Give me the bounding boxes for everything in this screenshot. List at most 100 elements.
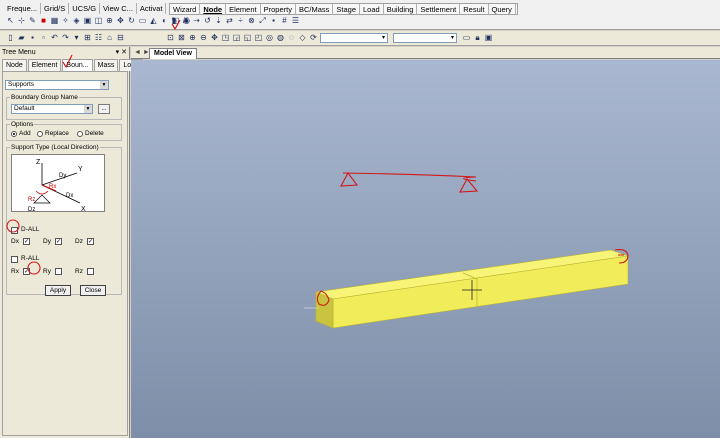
create-node-icon[interactable]: ✎ (170, 16, 179, 25)
option-replace-radio[interactable] (37, 131, 43, 137)
d-all-label: D-ALL (21, 226, 40, 233)
tab-activation[interactable]: Activat (137, 3, 167, 14)
renumber-node-icon[interactable]: # (280, 16, 289, 25)
rotate-node-icon[interactable]: ↺ (203, 16, 212, 25)
r-all-checkbox[interactable] (11, 256, 18, 263)
scale-node-icon[interactable]: ⤢ (258, 16, 267, 25)
divide-node-icon[interactable]: ÷ (236, 16, 245, 25)
render-icon[interactable]: ◭ (149, 16, 158, 25)
tab-query[interactable]: Query (489, 4, 516, 15)
shade-icon[interactable]: ◐ (160, 16, 169, 25)
grid-view-icon[interactable]: ⊞ (83, 33, 92, 42)
snap-icon[interactable]: ✎ (28, 16, 37, 25)
grid-icon[interactable]: ▦ (50, 16, 59, 25)
compact-node-icon[interactable]: ▪ (269, 16, 278, 25)
save-as-icon[interactable]: ▫ (39, 33, 48, 42)
perspective-icon[interactable]: ◇ (298, 33, 307, 42)
model-view-tabbar: ◄ ► Model View (131, 47, 720, 59)
tab-model-view[interactable]: Model View (149, 48, 197, 59)
display-icon[interactable]: ◎ (265, 33, 274, 42)
zoom-out-icon[interactable]: ⊖ (199, 33, 208, 42)
unit-icon[interactable]: ▭ (462, 33, 471, 42)
panel-tab-boundary[interactable]: Boun... (62, 59, 93, 71)
project-node-icon[interactable]: ⇣ (214, 16, 223, 25)
iso-view-icon[interactable]: ◈ (72, 16, 81, 25)
toolbar-select-1[interactable]: ▾ (320, 33, 388, 43)
table-icon[interactable]: ☷ (94, 33, 103, 42)
translate-node-icon[interactable]: ⇢ (192, 16, 201, 25)
d-all-checkbox[interactable] (11, 227, 18, 234)
zoom-fit-icon[interactable]: ⊠ (177, 33, 186, 42)
tab-view-control[interactable]: View C... (100, 3, 137, 14)
mirror-node-icon[interactable]: ⇄ (225, 16, 234, 25)
model-viewport[interactable] (131, 60, 720, 438)
function-select[interactable]: Supports ▼ (5, 80, 109, 90)
save-icon[interactable]: ▪ (28, 33, 37, 42)
tab-wizard[interactable]: Wizard (170, 4, 201, 15)
view-iso-icon[interactable]: ◰ (254, 33, 263, 42)
tab-node[interactable]: Node (200, 4, 227, 15)
zoom-icon[interactable]: ⊕ (105, 16, 114, 25)
new-file-icon[interactable]: ▯ (6, 33, 15, 42)
tab-ucs-gcs[interactable]: UCS/G (69, 3, 101, 14)
pointer-icon[interactable]: ↖ (6, 16, 15, 25)
panel-tab-element[interactable]: Element (27, 59, 62, 71)
node-snap-icon[interactable]: ✧ (61, 16, 70, 25)
boundary-group-select[interactable]: Default ▼ (11, 104, 93, 114)
select-icon[interactable]: ⊹ (17, 16, 26, 25)
view-side-icon[interactable]: ◱ (243, 33, 252, 42)
tab-scroll-arrows-icon[interactable]: ◄ ► (134, 47, 150, 59)
apply-button[interactable]: Apply (45, 285, 71, 296)
model-icon[interactable]: ⊟ (116, 33, 125, 42)
merge-node-icon[interactable]: ⊗ (247, 16, 256, 25)
dz-checkbox[interactable]: ✓ (87, 238, 94, 245)
undo-icon[interactable]: ↶ (50, 33, 59, 42)
front-view-icon[interactable]: ▣ (83, 16, 92, 25)
tab-result[interactable]: Result (460, 4, 489, 15)
dx-checkbox[interactable]: ✓ (23, 238, 30, 245)
panel-tab-node[interactable]: Node (2, 59, 27, 71)
structure-icon[interactable]: ⌂ (105, 33, 114, 42)
dy-checkbox[interactable]: ✓ (55, 238, 62, 245)
tab-stage[interactable]: Stage (333, 4, 360, 15)
option-delete-radio[interactable] (77, 131, 83, 137)
zoom-in-icon[interactable]: ⊕ (188, 33, 197, 42)
hide-icon[interactable]: ◍ (276, 33, 285, 42)
view-front-icon[interactable]: ◲ (232, 33, 241, 42)
delete-node-icon[interactable]: ✗ (181, 16, 190, 25)
panel-pin-close-icon[interactable]: ▾ ✕ (116, 47, 127, 58)
panel-body: Supports ▼ Boundary Group Name Default ▼… (2, 71, 128, 436)
monitor-icon[interactable]: ▭ (138, 16, 147, 25)
option-add-radio[interactable] (11, 131, 17, 137)
rz-checkbox[interactable] (87, 268, 94, 275)
boundary-group-dots-button[interactable]: ... (98, 104, 110, 114)
rotate-icon[interactable]: ↻ (127, 16, 136, 25)
pan-view-icon[interactable]: ✥ (210, 33, 219, 42)
node-table-icon[interactable]: ☰ (291, 16, 300, 25)
close-button[interactable]: Close (80, 285, 106, 296)
open-file-icon[interactable]: ▰ (17, 33, 26, 42)
ry-checkbox[interactable] (55, 268, 62, 275)
tab-element[interactable]: Element (226, 4, 261, 15)
tab-property[interactable]: Property (261, 4, 296, 15)
redraw-icon[interactable]: ⟳ (309, 33, 318, 42)
redo-icon[interactable]: ↷ (61, 33, 70, 42)
top-view-icon[interactable]: ◫ (94, 16, 103, 25)
tab-building[interactable]: Building (384, 4, 418, 15)
zoom-window-icon[interactable]: ⊡ (166, 33, 175, 42)
panel-tab-mass[interactable]: Mass (93, 59, 119, 71)
tab-settlement[interactable]: Settlement (417, 4, 461, 15)
unlock-icon[interactable]: ▣ (484, 33, 493, 42)
view-top-icon[interactable]: ◳ (221, 33, 230, 42)
rx-checkbox[interactable]: ✓ (23, 268, 30, 275)
pan-icon[interactable]: ✥ (116, 16, 125, 25)
shrink-icon[interactable]: ◌ (287, 33, 296, 42)
tab-bc-mass[interactable]: BC/Mass (296, 4, 334, 15)
tab-grid-snap[interactable]: Grid/S (41, 3, 70, 14)
lock-icon[interactable]: 🔒︎ (473, 33, 482, 42)
window-select-icon[interactable]: ■ (39, 16, 48, 25)
tab-frequently[interactable]: Freque... (4, 3, 42, 14)
toolbar-select-2[interactable]: ▾ (393, 33, 457, 43)
dropdown-arrow-icon[interactable]: ▾ (72, 33, 81, 42)
tab-load[interactable]: Load (360, 4, 384, 15)
